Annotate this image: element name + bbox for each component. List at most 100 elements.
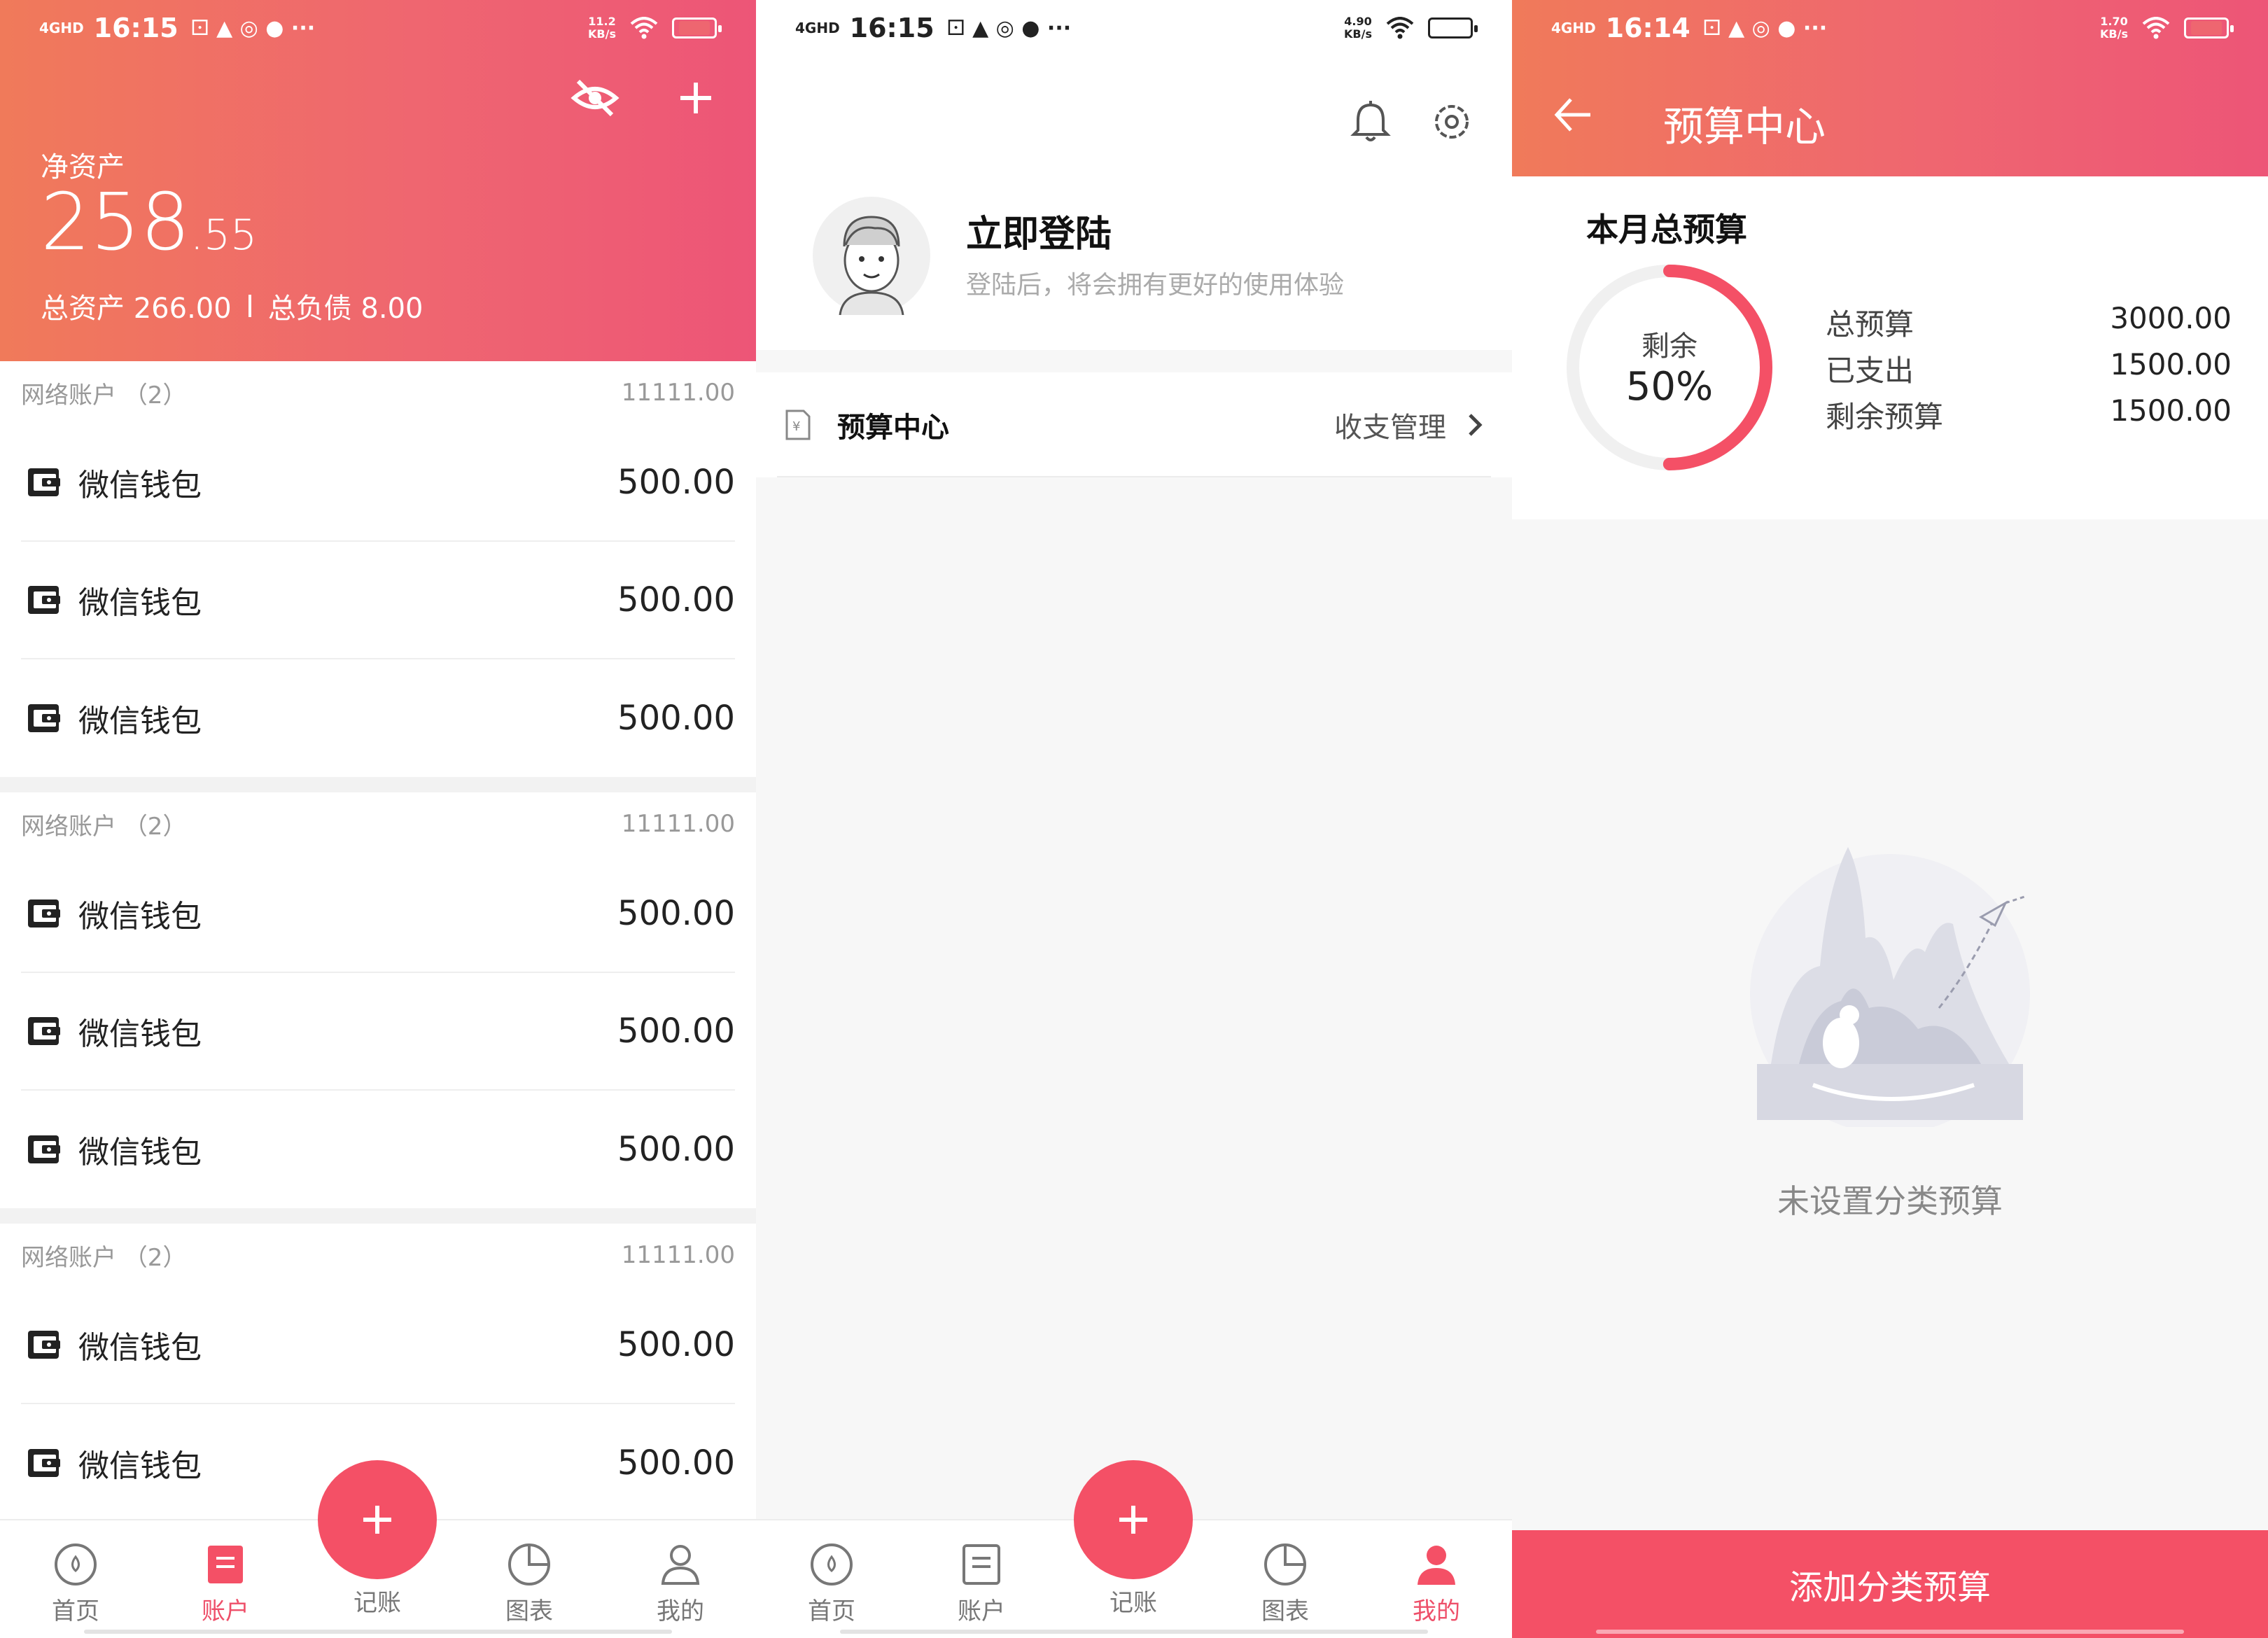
stat-value: 3000.00 [2110,301,2232,335]
group-header: 网络账户 （2） 11111.00 [0,792,756,855]
divider [777,476,1491,477]
pie-chart-icon [1264,1544,1306,1586]
tab-label: 首页 [808,1597,855,1625]
battery-icon: 68 [2184,18,2234,38]
tab-charts[interactable]: 图表 [473,1541,585,1626]
login-title[interactable]: 立即登陆 [966,204,1112,257]
record-fab-button[interactable] [1074,1460,1193,1579]
account-row[interactable]: 微信钱包 500.00 [21,973,735,1091]
account-row[interactable]: 微信钱包 500.00 [21,1091,735,1208]
tab-home[interactable]: 首页 [20,1541,132,1626]
account-row[interactable]: 微信钱包 500.00 [21,424,735,542]
notification-icons: ⚀ ▲ ◎ ● ··· [190,15,316,41]
budget-center-row[interactable]: ¥ 预算中心 收支管理 [756,372,1512,477]
account-row[interactable]: 微信钱包 500.00 [21,659,735,777]
net-assets-header: 4GHD 16:15 ⚀ ▲ ◎ ● ··· 11.2 KB/s 68 净资产 2… [0,0,756,361]
tab-mine[interactable]: 我的 [624,1541,736,1626]
battery-icon: 68 [1428,18,1478,38]
monthly-budget-card: 本月总预算 剩余 50% 总预算 3000.00 已支出 1500.00 剩余预算 1… [1512,176,2268,519]
account-name: 微信钱包 [78,468,202,503]
assets-summary: 总资产 266.00 总负债 8.00 [41,286,423,326]
account-name: 微信钱包 [78,1330,202,1366]
record-fab-button[interactable] [318,1460,437,1579]
account-name: 微信钱包 [78,585,202,621]
status-bar: 4GHD 16:15 ⚀ ▲ ◎ ● ··· 4.90 KB/s 68 [756,0,1512,56]
tab-label: 我的 [657,1597,704,1625]
wifi-icon [630,17,658,39]
wifi-icon [2142,17,2170,39]
eye-slash-icon[interactable] [567,70,623,126]
account-amount: 500.00 [617,1011,735,1051]
tab-home[interactable]: 首页 [776,1541,888,1626]
account-group: 网络账户 （2） 11111.00 微信钱包 500.00 微信钱包 500.00 微… [0,361,756,777]
stat-label: 总预算 [1826,307,1914,342]
empty-state-illustration [1750,847,2030,1127]
wallet-icon [28,468,60,496]
section-gap [0,1208,756,1224]
wallet-icon [28,899,60,927]
group-header: 网络账户 （2） 11111.00 [0,1224,756,1287]
add-category-budget-button[interactable]: 添加分类预算 [1512,1530,2268,1638]
stat-row: 剩余预算 1500.00 [1826,393,2232,436]
battery-icon: 68 [672,18,722,38]
account-row[interactable]: 微信钱包 500.00 [21,1287,735,1404]
group-name: 网络账户 （2） [21,812,187,841]
tab-charts[interactable]: 图表 [1229,1541,1341,1626]
home-icon [55,1544,97,1586]
avatar[interactable] [812,196,931,315]
menu-right-label: 收支管理 [1334,412,1446,444]
gesture-bar [84,1630,672,1634]
svg-text:¥: ¥ [792,419,800,434]
group-name: 网络账户 （2） [21,381,187,410]
accounts-screen: 4GHD 16:15 ⚀ ▲ ◎ ● ··· 11.2 KB/s 68 净资产 2… [0,0,756,1638]
plus-icon[interactable] [668,70,724,126]
notification-icons: ⚀ ▲ ◎ ● ··· [946,15,1072,41]
tab-label: 我的 [1413,1597,1460,1625]
section-gap [0,777,756,792]
notification-icons: ⚀ ▲ ◎ ● ··· [1702,15,1828,41]
pie-chart-icon [508,1544,550,1586]
budget-center-screen: 4GHD 16:14 ⚀ ▲ ◎ ● ··· 1.70 KB/s 68 预算中心 … [1512,0,2268,1638]
empty-state-text: 未设置分类预算 [1777,1182,2003,1220]
user-icon [661,1545,700,1585]
ring-label: 剩余 [1642,330,1698,363]
group-total: 11111.00 [621,379,735,407]
plus-icon [1119,1506,1147,1534]
home-icon [811,1544,853,1586]
tab-label: 账户 [958,1597,1005,1625]
record-label: 记账 [354,1589,401,1617]
account-amount: 500.00 [617,1443,735,1483]
group-header: 网络账户 （2） 11111.00 [0,361,756,424]
total-debt: 总负债 8.00 [267,293,424,325]
account-name: 微信钱包 [78,1448,202,1484]
stat-row: 总预算 3000.00 [1826,301,2232,344]
status-time: 16:14 [1605,13,1690,43]
account-row[interactable]: 微信钱包 500.00 [21,855,735,973]
chevron-right-icon [1469,414,1483,436]
account-name: 微信钱包 [78,899,202,934]
accounts-icon [962,1544,1000,1585]
tab-mine[interactable]: 我的 [1380,1541,1492,1626]
status-bar: 4GHD 16:15 ⚀ ▲ ◎ ● ··· 11.2 KB/s 68 [0,0,756,56]
profile-section: 4GHD 16:15 ⚀ ▲ ◎ ● ··· 4.90 KB/s 68 立即登陆 … [756,0,1512,350]
account-amount: 500.00 [617,1130,735,1169]
stat-value: 1500.00 [2110,393,2232,428]
tab-accounts[interactable]: 账户 [925,1541,1037,1626]
network-speed: 11.2 KB/s [588,15,616,41]
network-speed: 4.90 KB/s [1344,15,1372,41]
mine-screen: 4GHD 16:15 ⚀ ▲ ◎ ● ··· 4.90 KB/s 68 立即登陆 … [756,0,1512,1638]
tab-label: 图表 [505,1597,553,1625]
status-time: 16:15 [93,13,178,43]
record-label: 记账 [1110,1589,1157,1617]
menu-title: 预算中心 [837,412,949,444]
account-name: 微信钱包 [78,1016,202,1052]
network-indicator: 4GHD [39,20,84,36]
account-row[interactable]: 微信钱包 500.00 [21,542,735,659]
wallet-icon [28,1449,60,1477]
gear-icon[interactable] [1427,97,1477,147]
login-subtitle: 登陆后，将会拥有更好的使用体验 [966,271,1345,300]
back-arrow-icon[interactable] [1551,92,1596,137]
tab-accounts[interactable]: 账户 [169,1541,281,1626]
wallet-icon [28,586,60,614]
bell-icon[interactable] [1345,97,1396,147]
